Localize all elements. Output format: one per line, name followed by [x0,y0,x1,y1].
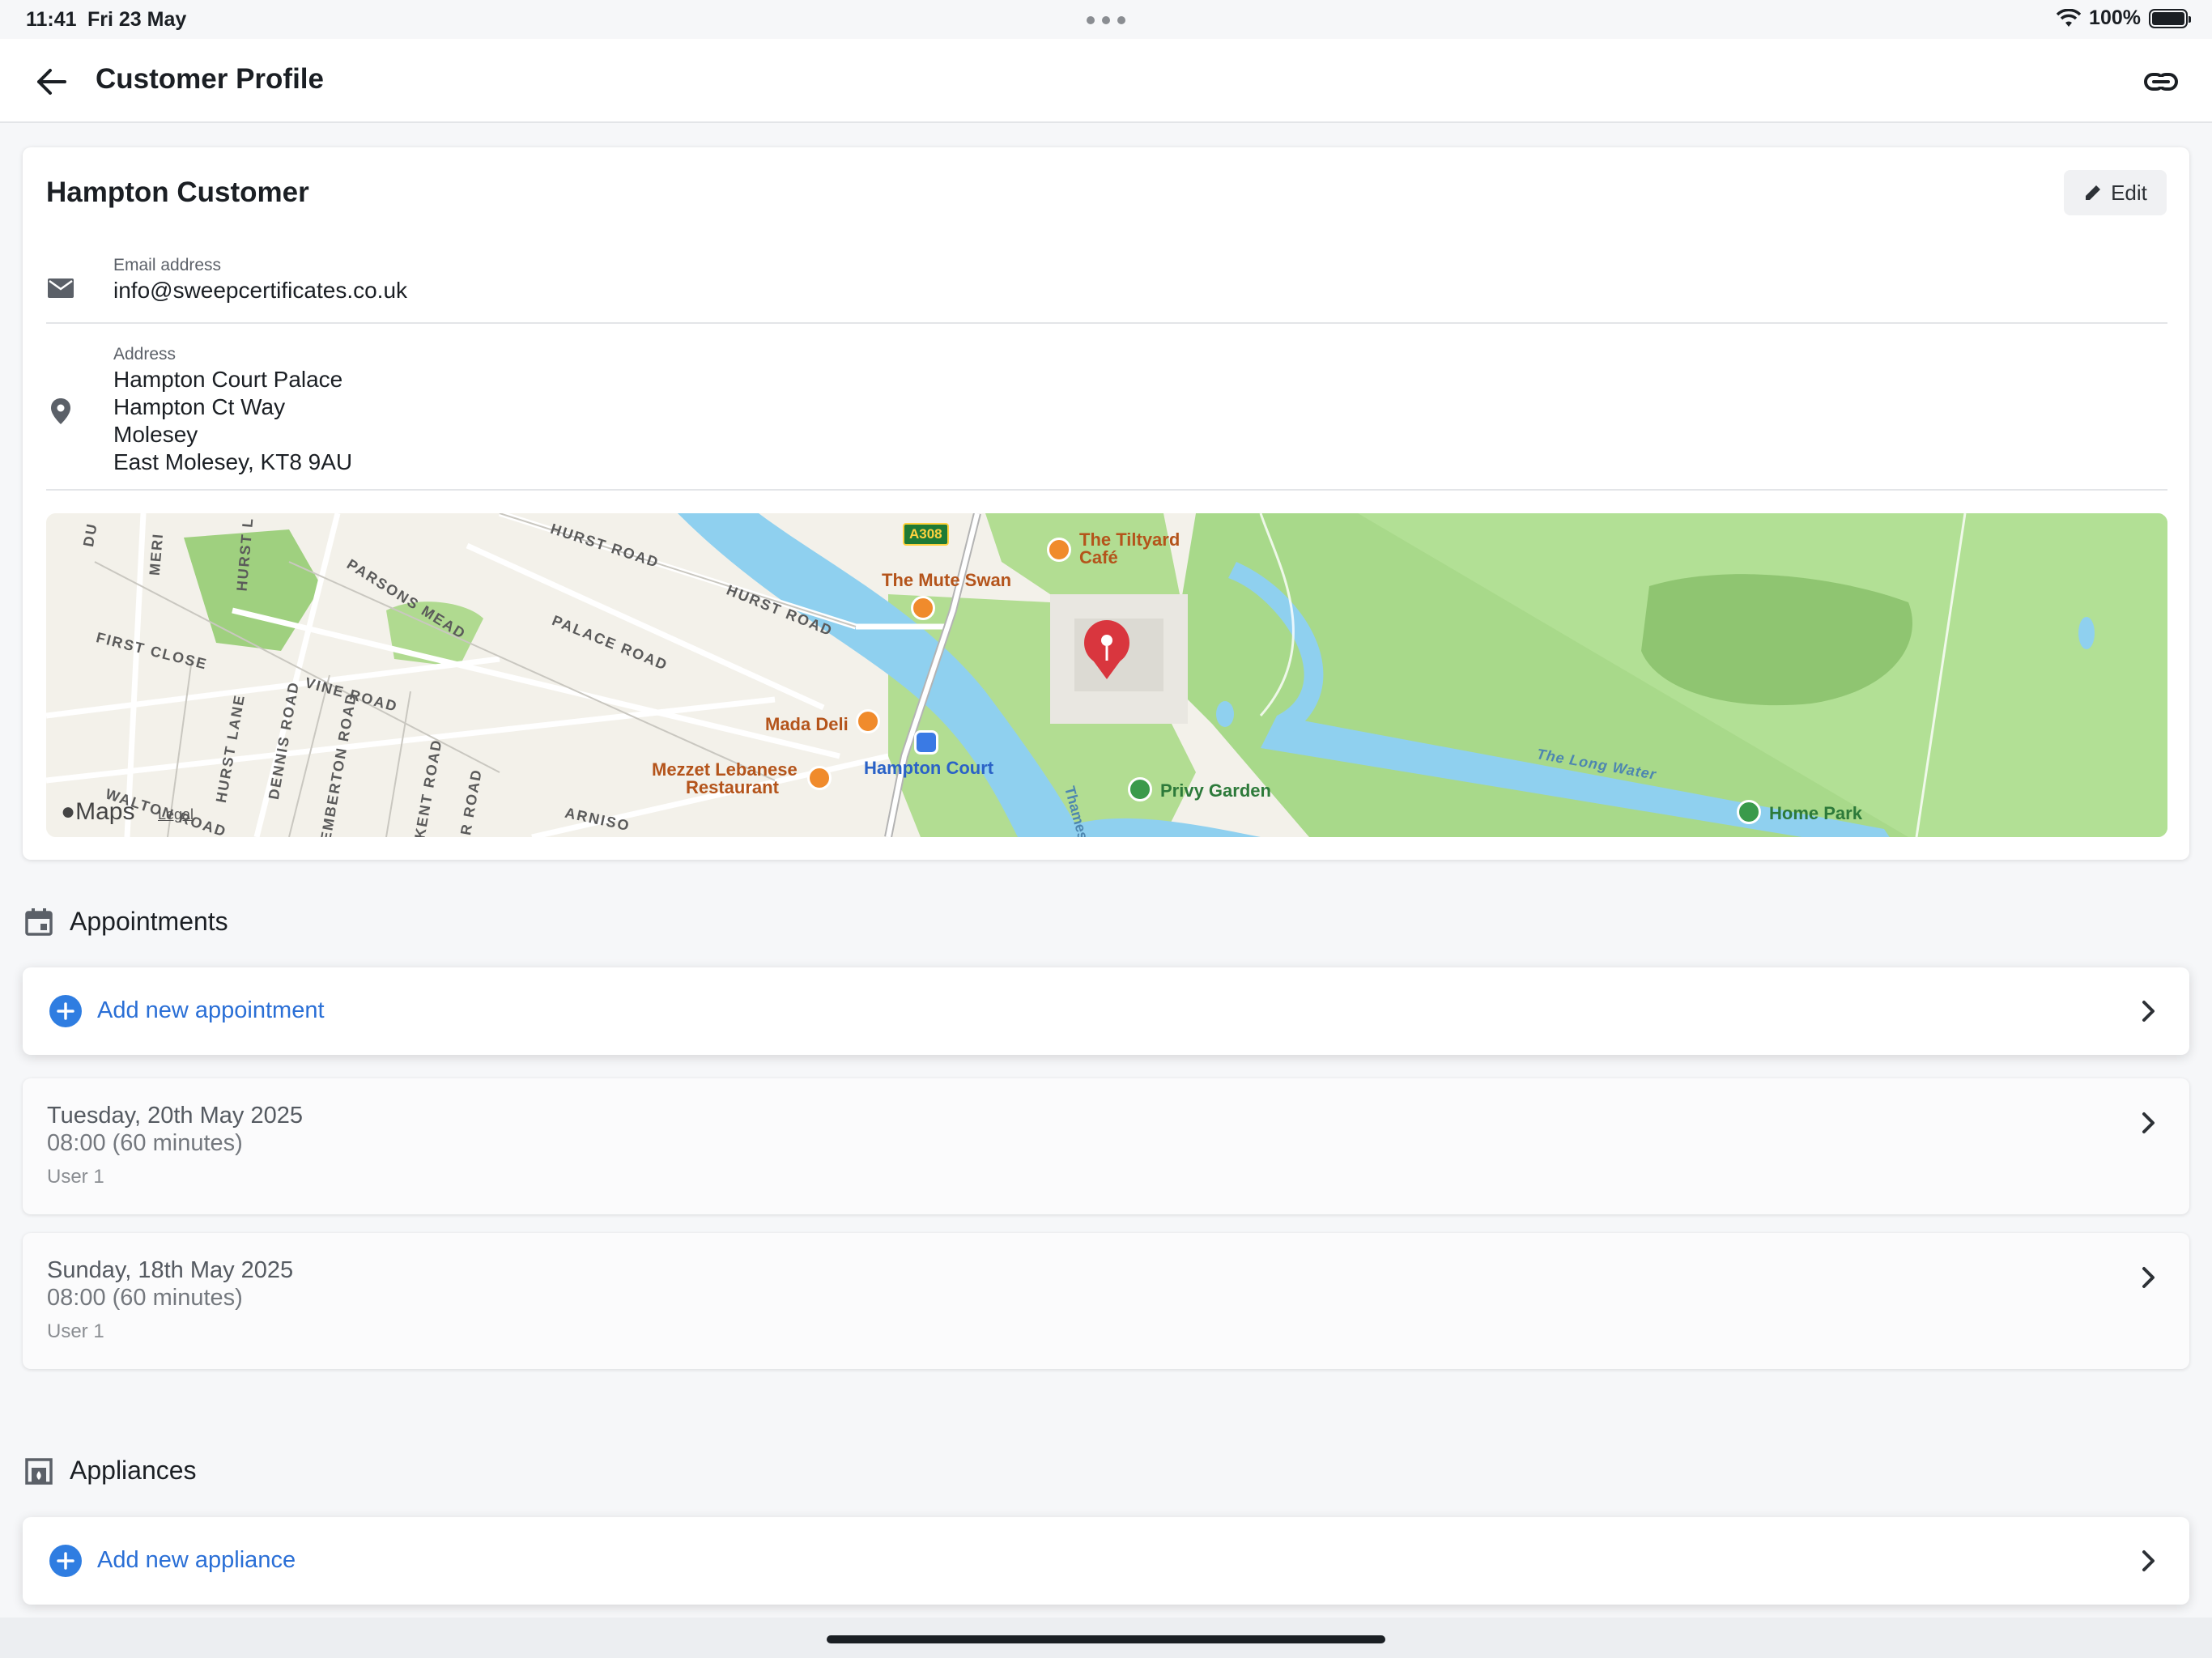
apple-logo-icon: ● [61,798,76,825]
link-icon [2144,73,2178,91]
add-appliance-button[interactable]: Add new appliance [23,1517,2189,1605]
appliances-title: Appliances [70,1456,197,1485]
map-label-tiltyard: The Tiltyard [1079,529,1180,550]
add-appointment-label: Add new appointment [97,997,325,1023]
calendar-icon [25,908,53,936]
road-badge-a308: A308 [903,523,949,546]
location-pin-icon [51,398,70,424]
appointment-date: Sunday, 18th May 2025 [47,1257,294,1283]
customer-name: Hampton Customer [46,176,309,208]
status-time: 11:41 [26,8,77,31]
pub-poi-icon[interactable] [911,596,935,620]
email-row[interactable]: Email address info@sweepcertificates.co.… [46,251,2167,324]
fireplace-icon [25,1457,53,1485]
appointments-title: Appointments [70,907,228,936]
map-view[interactable]: A308 The Tiltyard Café The Mute Swan Mad… [46,513,2167,837]
plus-circle-icon [49,995,82,1027]
maps-legal-link[interactable]: Legal [158,806,194,823]
map-label-home-park: Home Park [1769,803,1862,823]
home-indicator[interactable] [827,1635,1385,1643]
edit-button[interactable]: Edit [2064,170,2167,215]
chevron-right-icon [2142,1001,2155,1022]
edit-label: Edit [2111,180,2147,205]
park-poi-icon[interactable] [1737,800,1761,824]
train-station-icon[interactable] [914,730,938,755]
chevron-right-icon [2142,1112,2155,1133]
multitasking-dots-icon[interactable] [1087,16,1125,24]
pencil-icon [2086,185,2101,200]
appointment-time: 08:00 (60 minutes) [47,1130,243,1156]
battery-percent: 100% [2089,6,2141,29]
appointment-user: User 1 [47,1320,104,1342]
wifi-icon [2057,8,2082,27]
map-label-tiltyard-cafe: Café [1079,547,1118,568]
arrow-left-icon [37,69,66,95]
appointment-date: Tuesday, 20th May 2025 [47,1103,303,1129]
address-line-2: Hampton Ct Way [113,394,286,419]
chevron-right-icon [2142,1267,2155,1288]
share-link-button[interactable] [2141,62,2181,102]
address-line-3: Molesey [113,422,198,447]
top-bar: Customer Profile [0,39,2212,123]
address-line-1: Hampton Court Palace [113,367,343,392]
page-title: Customer Profile [96,63,324,95]
garden-poi-icon[interactable] [1128,777,1152,801]
add-appliance-label: Add new appliance [97,1547,296,1573]
email-value: info@sweepcertificates.co.uk [113,278,408,303]
status-right: 100% [2057,6,2191,30]
cafe-poi-icon[interactable] [1047,538,1071,562]
appliances-header: Appliances [24,1456,197,1486]
map-label-privy-garden: Privy Garden [1160,780,1271,801]
battery-icon [2149,8,2191,28]
map-label-mezzet: Mezzet Lebanese [652,759,798,780]
email-label: Email address [113,256,222,274]
map-label-restaurant: Restaurant [686,777,779,797]
appointment-time: 08:00 (60 minutes) [47,1285,243,1311]
appointment-item[interactable]: Sunday, 18th May 2025 08:00 (60 minutes)… [23,1233,2189,1369]
address-label: Address [113,345,177,363]
apple-maps-logo: ●Maps [61,798,135,825]
appointments-header: Appointments [24,907,228,937]
address-line-4: East Molesey, KT8 9AU [113,449,353,474]
appointment-item[interactable]: Tuesday, 20th May 2025 08:00 (60 minutes… [23,1078,2189,1214]
plus-circle-icon [49,1545,82,1577]
map-label-mada-deli: Mada Deli [765,714,849,734]
cafe-poi-icon[interactable] [856,709,880,733]
map-label-hampton-court: Hampton Court [864,758,994,778]
restaurant-poi-icon[interactable] [807,766,832,790]
appointment-user: User 1 [47,1166,104,1188]
add-appointment-button[interactable]: Add new appointment [23,967,2189,1055]
customer-card: Hampton Customer Edit Email address info… [23,147,2189,860]
envelope-icon [48,278,74,298]
chevron-right-icon [2142,1550,2155,1571]
back-button[interactable] [31,62,71,102]
status-date: Fri 23 May [87,8,187,31]
map-label-mute-swan: The Mute Swan [882,570,1012,590]
status-bar: 11:41 Fri 23 May 100% [0,0,2212,39]
address-row[interactable]: Address Hampton Court Palace Hampton Ct … [46,340,2167,491]
